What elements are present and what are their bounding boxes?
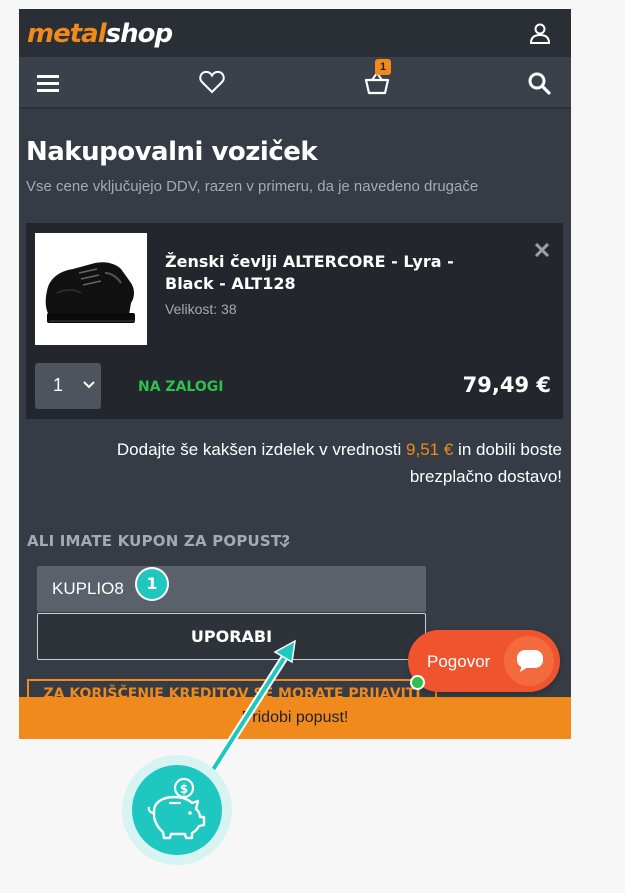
coupon-code-input[interactable]: KUPLIO8 [37,566,426,612]
cart-count-badge: 1 [375,59,391,75]
online-status-dot [410,675,425,690]
user-icon[interactable] [529,22,551,44]
chat-label: Pogovor [427,652,491,671]
quantity-select[interactable]: 1 [35,363,101,409]
heart-icon[interactable] [199,70,225,94]
chevron-down-icon [279,541,290,548]
quantity-value: 1 [53,375,64,395]
chat-icon [517,650,543,672]
chat-bubble [504,636,554,686]
step-badge: 1 [135,567,169,601]
logo-part-metal: metal [27,19,107,49]
shipping-note-text: Dodajte še kakšen izdelek v vrednosti [116,440,407,459]
apply-coupon-button[interactable]: UPORABI [37,613,426,660]
chevron-down-icon [83,381,95,389]
top-bar: metalshop [19,9,571,57]
chat-button[interactable]: Pogovor [408,630,560,692]
close-icon[interactable] [535,243,549,257]
search-icon[interactable] [527,71,551,95]
svg-text:$: $ [180,782,188,796]
free-shipping-note: Dodajte še kakšen izdelek v vrednosti 9,… [82,436,562,490]
piggy-bank-badge: $ [132,765,222,855]
coupon-toggle[interactable]: ALI IMATE KUPON ZA POPUST? [27,532,290,556]
page-subtitle: Vse cene vključujejo DDV, razen v primer… [26,178,479,195]
product-size: Velikost: 38 [165,301,237,317]
page-title: Nakupovalni voziček [26,137,318,167]
piggy-bank-icon: $ [147,777,206,840]
item-price: 79,49 € [462,373,551,397]
menu-icon[interactable] [37,73,59,93]
stock-status: NA ZALOGI [138,379,224,395]
promo-bar[interactable]: Pridobi popust! [19,697,571,739]
shoe-image [45,262,135,323]
cart-item: Ženski čevlji ALTERCORE - Lyra - Black -… [26,223,563,419]
shipping-note-amount: 9,51 € [406,440,454,459]
coupon-toggle-label: ALI IMATE KUPON ZA POPUST? [27,532,291,550]
logo[interactable]: metalshop [27,19,173,49]
nav-bar: 1 [19,57,571,109]
product-name[interactable]: Ženski čevlji ALTERCORE - Lyra - Black -… [165,251,505,295]
product-image[interactable] [35,233,147,345]
logo-part-shop: shop [105,19,173,49]
